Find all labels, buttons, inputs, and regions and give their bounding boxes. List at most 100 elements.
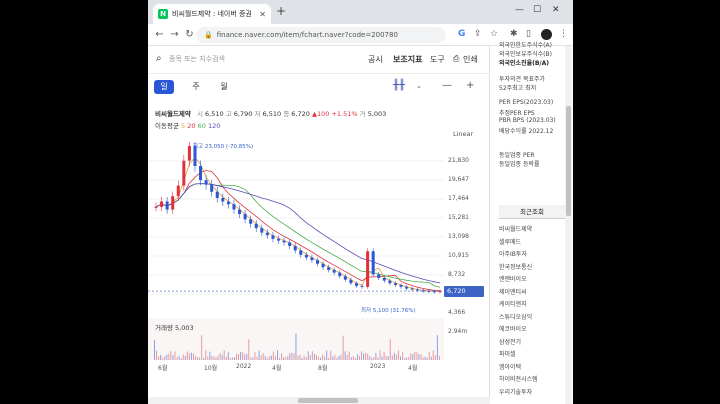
stock-summary: 비씨월드제약 시 6,510 고 6,790 저 6,510 종 6,720 ▲… (155, 110, 387, 118)
candle-body (199, 165, 203, 181)
candle-body (293, 245, 297, 251)
volume-bar (262, 353, 264, 360)
candle-body (160, 201, 164, 207)
close-icon[interactable]: ✕ (259, 10, 266, 19)
volume-bar (254, 351, 256, 360)
address-bar[interactable]: 🔒 finance.naver.com/item/fchart.naver?co… (196, 27, 446, 43)
new-tab-button[interactable]: + (276, 4, 286, 18)
ma-120[interactable]: 120 (208, 122, 220, 130)
recent-item[interactable]: 스튜디오삼익 (499, 312, 532, 321)
volume-bar (238, 354, 240, 360)
candle-body (405, 286, 409, 289)
volume-bar (215, 357, 217, 360)
volume-bar (297, 355, 299, 360)
price-chart[interactable] (148, 142, 490, 397)
high-price: 6,790 (233, 110, 253, 118)
volume-bar (221, 354, 223, 360)
volume-bar (375, 352, 377, 360)
y-tick-label: 17,464 (448, 195, 469, 202)
volume-bar (424, 356, 426, 360)
volume-bar (227, 352, 229, 360)
candle-type-icon[interactable]: ╫╫ (393, 80, 405, 91)
recent-item[interactable]: 우리기술투자 (499, 387, 532, 396)
google-icon[interactable]: G (458, 29, 465, 39)
recent-item[interactable]: 삼성전기 (499, 337, 521, 346)
reload-icon[interactable]: ↻ (182, 29, 197, 40)
sidepanel-icon[interactable]: ▯ (526, 29, 531, 39)
volume-bar (219, 352, 221, 360)
candle-body (315, 260, 319, 264)
bookmark-star-icon[interactable]: ☆ (490, 29, 498, 39)
zoom-out-icon[interactable]: — (442, 80, 452, 91)
volume-bar (199, 357, 201, 360)
candle-body (377, 274, 381, 278)
volume-bar (260, 354, 262, 360)
menu-tools[interactable]: 도구 (430, 54, 445, 65)
tab-daily[interactable]: 일 (154, 80, 174, 94)
volume-bar (383, 351, 385, 360)
volume-bar (385, 355, 387, 360)
volume-bar (432, 350, 434, 360)
volume-bar (387, 356, 389, 360)
browser-tab[interactable]: N 비씨월드제약 : 네이버 증권 ✕ (153, 4, 271, 24)
profile-avatar[interactable] (541, 29, 552, 40)
extensions-icon[interactable]: ✱ (510, 29, 518, 39)
ma-60[interactable]: 60 (198, 122, 206, 130)
recent-item[interactable]: 비씨월드제약 (499, 224, 532, 233)
recent-item[interactable]: 한국정보통신 (499, 262, 532, 271)
vertical-scrollbar[interactable] (565, 46, 572, 404)
tab-title: 비씨월드제약 : 네이버 증권 (172, 10, 252, 18)
volume-value: 5,003 (367, 110, 387, 118)
volume-bar (164, 356, 166, 360)
candle-body (410, 288, 414, 290)
volume-bar (246, 353, 248, 360)
volume-bar (291, 352, 293, 360)
volume-bar (404, 357, 406, 360)
recent-item[interactable]: 셀루메드 (499, 237, 521, 246)
menu-dots-icon[interactable]: ⋮ (559, 29, 568, 39)
tab-monthly[interactable]: 월 (214, 80, 234, 94)
tab-weekly[interactable]: 주 (186, 80, 206, 94)
candle-body (393, 283, 397, 286)
volume-bar (209, 351, 211, 360)
menu-print[interactable]: 인쇄 (463, 54, 478, 65)
menu-disclosure[interactable]: 공시 (368, 54, 383, 65)
zoom-in-icon[interactable]: + (466, 80, 474, 91)
period-tabs: 일 주 월 ╫╫ ⌄ — + (148, 74, 490, 100)
volume-bar (336, 357, 338, 360)
candle-body (310, 257, 314, 261)
ma-20[interactable]: 20 (187, 122, 195, 130)
back-icon[interactable]: ← (152, 29, 167, 40)
recent-item[interactable]: 케이티앤지 (499, 299, 527, 308)
maximize-icon[interactable]: ☐ (533, 5, 541, 15)
recent-item[interactable]: 아주IB투자 (499, 249, 527, 258)
recent-item[interactable]: 파미셀 (499, 349, 516, 358)
volume-bar (402, 352, 404, 360)
candle-body (226, 201, 230, 205)
volume-bar (299, 354, 301, 360)
candle-body (249, 219, 253, 224)
candle-body (299, 250, 303, 255)
candle-body (265, 232, 269, 236)
print-icon[interactable]: ⎙ (453, 54, 459, 64)
recent-item[interactable]: 하이비젼시스템 (499, 374, 538, 383)
chevron-down-icon[interactable]: ⌄ (416, 82, 422, 90)
ma-5[interactable]: 5 (181, 122, 185, 130)
menu-indicators[interactable]: 보조지표 (393, 54, 422, 65)
forward-icon[interactable]: → (167, 29, 182, 40)
volume-bar (389, 339, 391, 360)
volume-bar (160, 354, 162, 360)
search-input[interactable]: 종목 또는 지수검색 (169, 54, 225, 64)
minimize-icon[interactable]: — (515, 5, 524, 15)
scale-mode-toggle[interactable]: Linear (453, 130, 473, 138)
share-icon[interactable]: ⇪ (474, 29, 482, 39)
recent-item[interactable]: 엔젠바이오 (499, 274, 527, 283)
recent-item[interactable]: 제이엔티씨 (499, 287, 527, 296)
horizontal-scrollbar[interactable] (148, 397, 490, 404)
volume-bar (172, 354, 174, 360)
close-window-icon[interactable]: ✕ (552, 5, 560, 15)
volume-bar (320, 357, 322, 360)
recent-item[interactable]: 에코바이오 (499, 324, 527, 333)
search-icon[interactable]: ⌕ (156, 53, 162, 64)
recent-item[interactable]: 엠아이텍 (499, 362, 521, 371)
